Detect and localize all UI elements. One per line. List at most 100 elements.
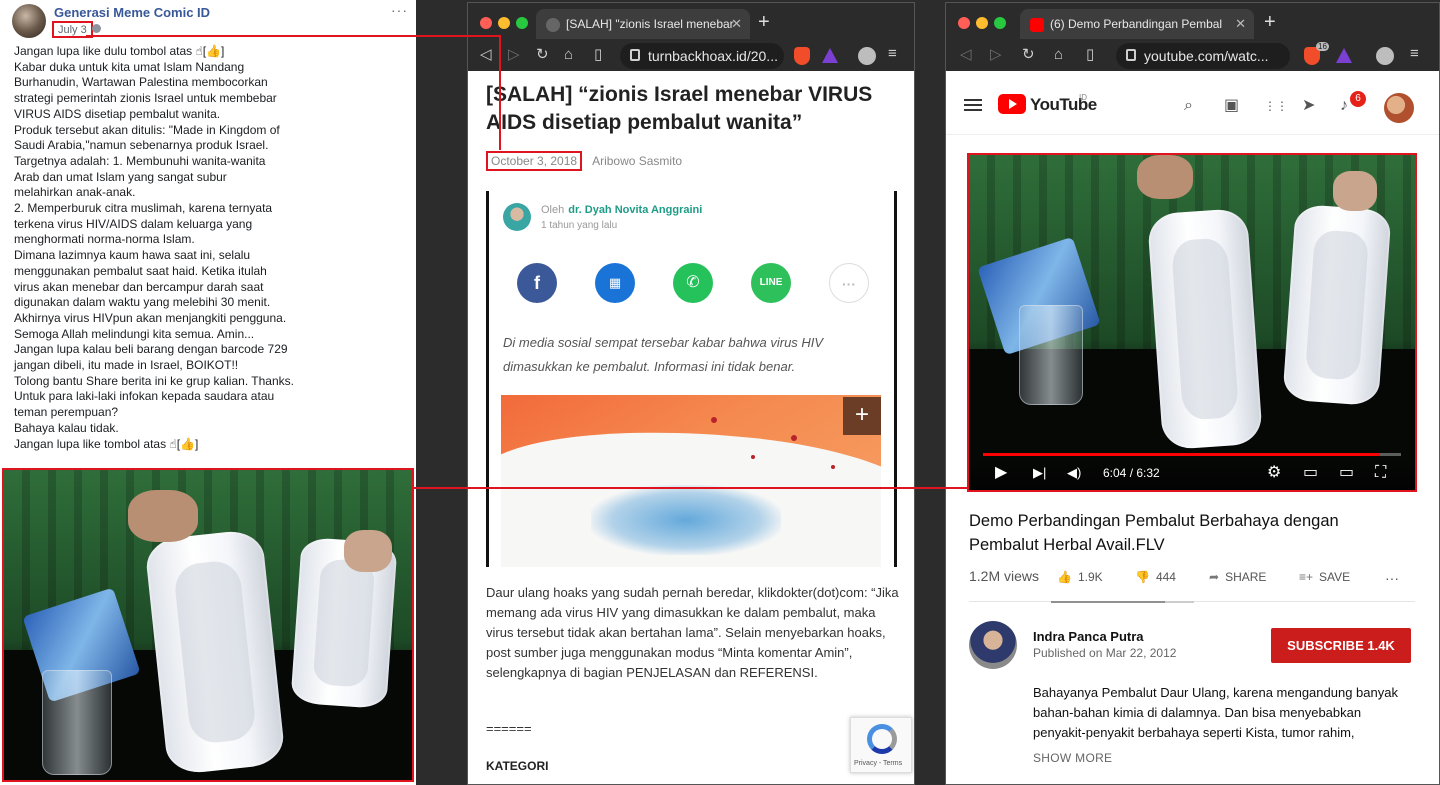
brave-rewards-icon[interactable] bbox=[822, 48, 838, 63]
messages-icon[interactable]: ➤ bbox=[1302, 97, 1315, 115]
more-share-icon: ··· bbox=[829, 263, 869, 303]
red-spot bbox=[831, 465, 835, 469]
maximize-window-icon[interactable] bbox=[994, 17, 1006, 29]
browser-menu-icon[interactable]: ≡ bbox=[888, 45, 897, 62]
back-icon[interactable]: ◁ bbox=[960, 45, 972, 65]
show-more-button[interactable]: SHOW MORE bbox=[1033, 751, 1112, 765]
brave-shield-icon[interactable] bbox=[794, 47, 810, 65]
share-arrow-icon: ➦ bbox=[1209, 570, 1220, 584]
recaptcha-badge[interactable]: Privacy - Terms bbox=[850, 717, 912, 773]
time-display: 6:04 / 6:32 bbox=[1103, 466, 1160, 480]
notifications-bell-icon[interactable]: ♪ bbox=[1340, 97, 1348, 115]
red-spot bbox=[791, 435, 797, 441]
settings-gear-icon[interactable]: ⚙ bbox=[1267, 464, 1281, 482]
share-button[interactable]: ➦ SHARE bbox=[1209, 570, 1266, 584]
brave-rewards-icon[interactable] bbox=[1336, 48, 1352, 63]
like-button[interactable]: 👍 1.9K bbox=[1057, 570, 1103, 584]
next-icon[interactable]: ▶| bbox=[1033, 464, 1046, 482]
browser-window-hoax: [SALAH] "zionis Israel menebar ✕ + ◁ ▷ ↻… bbox=[467, 2, 915, 785]
video-description: Bahayanya Pembalut Daur Ulang, karena me… bbox=[1033, 685, 1398, 740]
sanitary-pad-left bbox=[143, 528, 287, 776]
channel-name[interactable]: Indra Panca Putra bbox=[1033, 629, 1144, 644]
facebook-post: Generasi Meme Comic ID July 3 ··· Jangan… bbox=[0, 0, 416, 785]
account-avatar[interactable] bbox=[1384, 93, 1414, 123]
progress-bar[interactable] bbox=[983, 453, 1401, 456]
save-label: SAVE bbox=[1319, 570, 1351, 584]
more-options-icon[interactable]: ··· bbox=[391, 2, 408, 18]
create-video-icon[interactable]: ▣ bbox=[1224, 97, 1239, 115]
tab-close-icon[interactable]: ✕ bbox=[1235, 9, 1246, 39]
fullscreen-icon[interactable]: ⛶ bbox=[1375, 464, 1386, 482]
red-spot bbox=[751, 455, 755, 459]
forward-icon[interactable]: ▷ bbox=[990, 45, 1002, 65]
new-tab-button[interactable]: + bbox=[1264, 11, 1276, 34]
tab-close-icon[interactable]: ✕ bbox=[731, 9, 742, 39]
sanitary-pad-right bbox=[1282, 203, 1392, 407]
article-author[interactable]: Aribowo Sasmito bbox=[592, 154, 682, 168]
connector-line-top bbox=[86, 35, 501, 37]
close-window-icon[interactable] bbox=[958, 17, 970, 29]
new-tab-button[interactable]: + bbox=[758, 11, 770, 34]
search-icon[interactable]: ⌕ bbox=[1184, 97, 1193, 115]
maximize-window-icon[interactable] bbox=[516, 17, 528, 29]
red-spot bbox=[711, 417, 717, 423]
lock-icon bbox=[630, 49, 640, 61]
tab-active[interactable]: [SALAH] "zionis Israel menebar ✕ bbox=[536, 9, 750, 39]
hand-right bbox=[1333, 171, 1377, 211]
reload-icon[interactable]: ↻ bbox=[1022, 45, 1035, 65]
address-bar[interactable]: youtube.com/watc... bbox=[1116, 43, 1290, 69]
video-title: Demo Perbandingan Pembalut Berbahaya den… bbox=[969, 512, 1339, 554]
home-icon[interactable]: ⌂ bbox=[564, 45, 573, 65]
minimize-window-icon[interactable] bbox=[498, 17, 510, 29]
save-button[interactable]: ≡+ SAVE bbox=[1299, 570, 1350, 584]
video-player[interactable]: ▶ ▶| ◀) 6:04 / 6:32 ⚙ ▭ ▭ ⛶ bbox=[967, 153, 1417, 492]
miniplayer-icon[interactable]: ▭ bbox=[1303, 464, 1318, 482]
reload-icon[interactable]: ↻ bbox=[536, 45, 549, 65]
subscribe-button[interactable]: SUBSCRIBE 1.4K bbox=[1271, 628, 1411, 663]
bookmark-icon[interactable]: ▯ bbox=[1086, 45, 1094, 65]
post-header: Generasi Meme Comic ID July 3 ··· bbox=[12, 2, 412, 38]
page-name-link[interactable]: Generasi Meme Comic ID bbox=[54, 5, 210, 20]
channel-avatar[interactable] bbox=[969, 621, 1017, 669]
forward-icon[interactable]: ▷ bbox=[508, 45, 520, 65]
globe-favicon-icon bbox=[546, 17, 560, 32]
share-label: SHARE bbox=[1225, 570, 1267, 584]
dislike-button[interactable]: 👎 444 bbox=[1135, 570, 1176, 584]
profile-icon[interactable] bbox=[1376, 47, 1394, 65]
minimize-window-icon[interactable] bbox=[976, 17, 988, 29]
tab-active[interactable]: (6) Demo Perbandingan Pembal ✕ bbox=[1020, 9, 1254, 39]
page-avatar[interactable] bbox=[12, 4, 46, 38]
bbm-share-icon: ▦ bbox=[595, 263, 635, 303]
recaptcha-links[interactable]: Privacy - Terms bbox=[854, 760, 902, 767]
close-window-icon[interactable] bbox=[480, 17, 492, 29]
sanitary-pad-left bbox=[1146, 207, 1264, 451]
apps-grid-icon[interactable]: ⋮⋮ bbox=[1264, 97, 1288, 115]
volume-icon[interactable]: ◀) bbox=[1067, 464, 1081, 482]
hamburger-menu-icon[interactable] bbox=[964, 99, 982, 101]
embedded-lead: Di media sosial sempat tersebar kabar ba… bbox=[503, 335, 824, 374]
bookmark-icon[interactable]: ▯ bbox=[594, 45, 602, 65]
play-icon[interactable]: ▶ bbox=[995, 464, 1007, 482]
address-bar[interactable]: turnbackhoax.id/20... bbox=[620, 43, 784, 69]
window-controls bbox=[958, 16, 1012, 34]
youtube-favicon-icon bbox=[1030, 17, 1044, 32]
youtube-logo-icon[interactable] bbox=[998, 94, 1026, 114]
article-title: [SALAH] “zionis Israel menebar VIRUS AID… bbox=[486, 83, 873, 134]
profile-icon[interactable] bbox=[858, 47, 876, 65]
tab-title: [SALAH] "zionis Israel menebar bbox=[566, 17, 734, 31]
expand-plus-icon: + bbox=[843, 397, 881, 435]
article-date: October 3, 2018 bbox=[486, 151, 583, 171]
post-text: Jangan lupa like dulu tombol atas ☝[👍] K… bbox=[14, 44, 294, 451]
theater-mode-icon[interactable]: ▭ bbox=[1339, 464, 1354, 482]
back-icon[interactable]: ◁ bbox=[480, 45, 492, 65]
url-text: youtube.com/watc... bbox=[1144, 48, 1269, 64]
browser-menu-icon[interactable]: ≡ bbox=[1410, 45, 1419, 62]
browser-chrome: [SALAH] "zionis Israel menebar ✕ + ◁ ▷ ↻… bbox=[468, 3, 914, 71]
post-photo[interactable] bbox=[2, 468, 414, 782]
connector-line-middle bbox=[414, 487, 967, 489]
more-actions-icon[interactable]: ··· bbox=[1385, 570, 1399, 586]
like-ratio-fill bbox=[1051, 601, 1166, 603]
home-icon[interactable]: ⌂ bbox=[1054, 45, 1063, 65]
byline-prefix: Oleh bbox=[541, 204, 565, 216]
browser-window-youtube: (6) Demo Perbandingan Pembal ✕ + ◁ ▷ ↻ ⌂… bbox=[945, 2, 1440, 785]
